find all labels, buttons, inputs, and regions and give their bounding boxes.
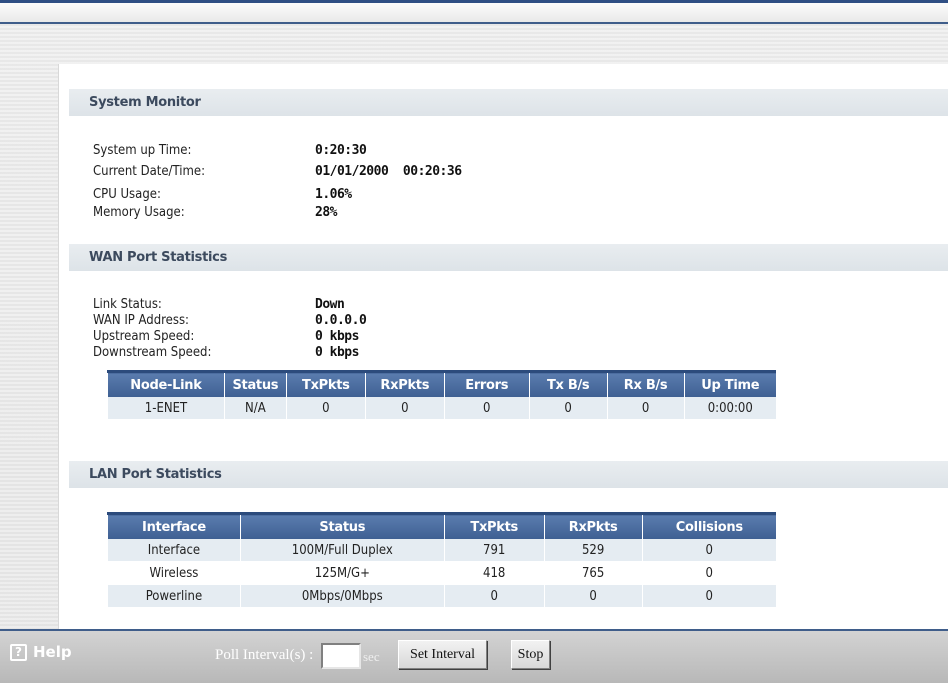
downstream-speed-label: Downstream Speed: (93, 345, 211, 360)
cell-errors: 0 (444, 397, 529, 420)
upstream-speed-value: 0 kbps (315, 329, 359, 344)
poll-interval-label: Poll Interval(s) : (215, 647, 313, 664)
stop-button[interactable]: Stop (511, 640, 550, 669)
downstream-speed-value: 0 kbps (315, 345, 359, 360)
table-row: Wireless 125M/G+ 418 765 0 (108, 562, 777, 585)
cell-txpkts: 0 (286, 397, 365, 420)
poll-interval-input[interactable] (321, 643, 361, 669)
cell-tx-bs: 0 (529, 397, 607, 420)
cell-collisions: 0 (642, 585, 776, 608)
col-up-time: Up Time (684, 372, 776, 398)
cell-rxpkts: 0 (544, 585, 642, 608)
cell-interface: Powerline (108, 585, 241, 608)
system-up-time-value: 0:20:30 (315, 143, 366, 158)
cell-txpkts: 0 (444, 585, 544, 608)
table-row: 1-ENET N/A 0 0 0 0 0 0:00:00 (108, 397, 777, 420)
col-collisions: Collisions (642, 514, 776, 540)
cell-collisions: 0 (642, 562, 776, 585)
cell-status: 0Mbps/0Mbps (240, 585, 444, 608)
current-date-time-value: 01/01/2000 00:20:36 (315, 164, 462, 179)
window-frame: System Monitor System up Time: 0:20:30 C… (0, 0, 948, 681)
cell-interface: Wireless (108, 562, 241, 585)
wan-ip-address-value: 0.0.0.0 (315, 313, 366, 328)
cpu-usage-value: 1.06% (315, 187, 352, 202)
system-monitor-header: System Monitor (69, 89, 948, 116)
top-edge (0, 0, 948, 24)
col-tx-bs: Tx B/s (529, 372, 607, 398)
table-row: Interface 100M/Full Duplex 791 529 0 (108, 539, 777, 562)
cell-txpkts: 418 (444, 562, 544, 585)
col-node-link: Node-Link (108, 372, 225, 398)
col-rxpkts: RxPkts (365, 372, 444, 398)
col-status: Status (240, 514, 444, 540)
lan-port-statistics-header: LAN Port Statistics (69, 461, 948, 488)
cell-up-time: 0:00:00 (684, 397, 776, 420)
col-errors: Errors (444, 372, 529, 398)
cell-txpkts: 791 (444, 539, 544, 562)
upstream-speed-label: Upstream Speed: (93, 329, 194, 344)
col-rxpkts: RxPkts (544, 514, 642, 540)
wan-port-statistics-header: WAN Port Statistics (69, 244, 948, 271)
col-txpkts: TxPkts (286, 372, 365, 398)
bottom-toolbar: ? Help Poll Interval(s) : sec Set Interv… (0, 629, 948, 683)
col-interface: Interface (108, 514, 241, 540)
cell-status: N/A (224, 397, 286, 420)
cell-collisions: 0 (642, 539, 776, 562)
cell-interface: Interface (108, 539, 241, 562)
set-interval-button[interactable]: Set Interval (398, 640, 487, 669)
col-rx-bs: Rx B/s (607, 372, 684, 398)
help-icon: ? (10, 644, 27, 661)
cell-rxpkts: 0 (365, 397, 444, 420)
help-label: Help (33, 643, 72, 661)
cpu-usage-label: CPU Usage: (93, 187, 161, 202)
lan-stats-table: Interface Status TxPkts RxPkts Collision… (107, 512, 776, 608)
cell-status: 125M/G+ (240, 562, 444, 585)
table-row: Powerline 0Mbps/0Mbps 0 0 0 (108, 585, 777, 608)
cell-rxpkts: 529 (544, 539, 642, 562)
col-status: Status (224, 372, 286, 398)
link-status-value: Down (315, 297, 344, 312)
memory-usage-label: Memory Usage: (93, 205, 185, 220)
col-txpkts: TxPkts (444, 514, 544, 540)
memory-usage-value: 28% (315, 205, 337, 220)
content-panel: System Monitor System up Time: 0:20:30 C… (58, 64, 948, 630)
cell-rx-bs: 0 (607, 397, 684, 420)
wan-stats-table: Node-Link Status TxPkts RxPkts Errors Tx… (107, 370, 776, 420)
help-link[interactable]: ? Help (10, 643, 72, 661)
lan-table-header-row: Interface Status TxPkts RxPkts Collision… (108, 514, 777, 540)
current-date-time-label: Current Date/Time: (93, 164, 205, 179)
cell-node-link: 1-ENET (108, 397, 225, 420)
cell-status: 100M/Full Duplex (240, 539, 444, 562)
wan-ip-address-label: WAN IP Address: (93, 313, 189, 328)
wan-table-header-row: Node-Link Status TxPkts RxPkts Errors Tx… (108, 372, 777, 398)
system-up-time-label: System up Time: (93, 143, 191, 158)
cell-rxpkts: 765 (544, 562, 642, 585)
link-status-label: Link Status: (93, 297, 162, 312)
sec-unit-label: sec (363, 649, 380, 665)
